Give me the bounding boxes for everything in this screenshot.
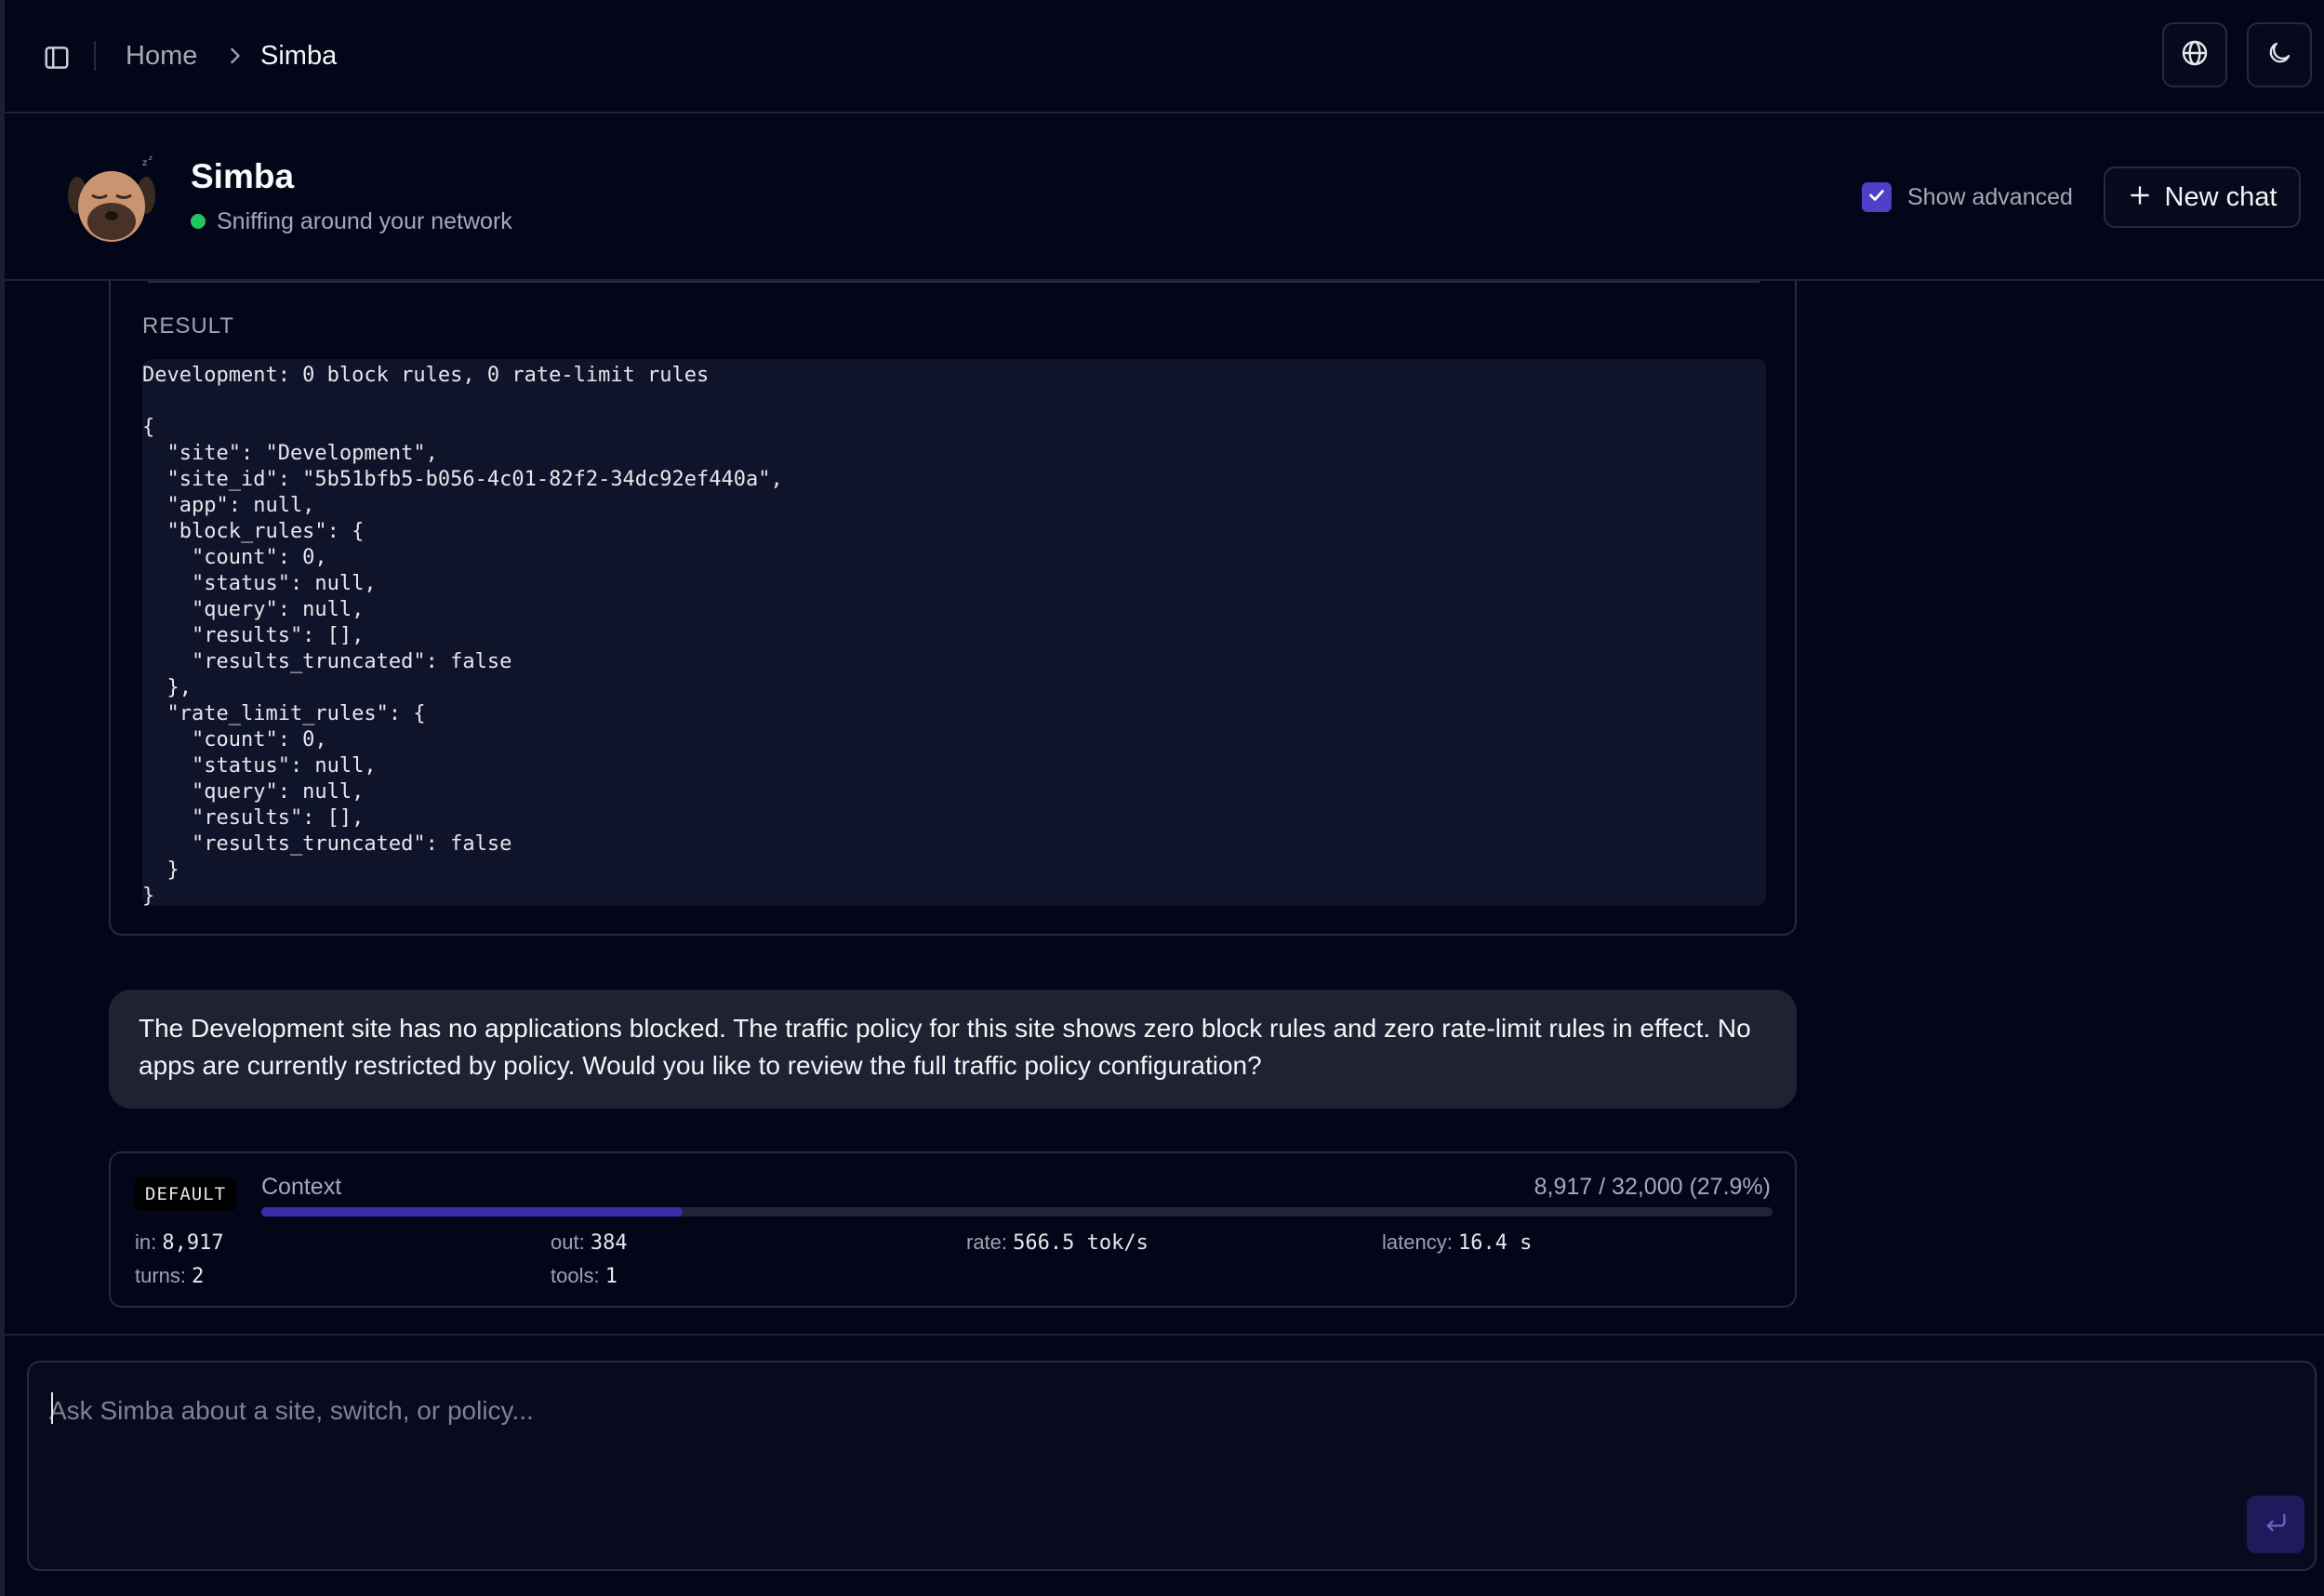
result-code: Development: 0 block rules, 0 rate-limit…: [142, 364, 783, 908]
moon-icon: [2265, 39, 2293, 72]
assistant-message-text: The Development site has no applications…: [139, 1014, 1751, 1080]
stat-label: turns:: [135, 1264, 187, 1287]
message-input[interactable]: [49, 1383, 2188, 1439]
model-badge: DEFAULT: [135, 1177, 237, 1211]
context-progress-fill: [261, 1207, 684, 1217]
context-value: 8,917 / 32,000 (27.9%): [1534, 1174, 1771, 1200]
stat-value: 1: [604, 1265, 618, 1288]
breadcrumb-home-link[interactable]: Home: [126, 37, 197, 74]
check-icon: [1866, 185, 1887, 210]
language-button[interactable]: [2162, 22, 2227, 87]
enter-return-icon: [2263, 1510, 2289, 1540]
message-composer: [27, 1361, 2317, 1571]
agent-name: Simba: [191, 157, 295, 195]
agent-status: Sniffing around your network: [217, 208, 512, 234]
svg-text:z: z: [142, 158, 147, 168]
stat-rate: rate: 566.5 tok/s: [966, 1230, 1149, 1257]
top-bar: Home Simba: [5, 0, 2324, 113]
result-code-block: Development: 0 block rules, 0 rate-limit…: [142, 359, 1766, 908]
new-chat-button[interactable]: New chat: [2104, 166, 2301, 228]
stat-value: 2: [192, 1265, 205, 1288]
avatar: z z: [62, 151, 161, 249]
stat-label: rate:: [966, 1230, 1008, 1254]
stat-label: out:: [551, 1230, 585, 1254]
assistant-message: The Development site has no applications…: [109, 990, 1797, 1109]
stat-in: in: 8,917: [135, 1230, 224, 1257]
divider: [148, 281, 1760, 283]
globe-icon: [2180, 38, 2210, 73]
show-advanced-checkbox[interactable]: [1862, 182, 1892, 212]
stat-latency: latency: 16.4 s: [1382, 1230, 1532, 1257]
sidebar-toggle-icon[interactable]: [38, 39, 75, 76]
stat-out: out: 384: [551, 1230, 628, 1257]
chat-scroll-area[interactable]: RESULT Development: 0 block rules, 0 rat…: [5, 281, 2324, 1336]
status-dot: [191, 214, 206, 229]
divider: [94, 41, 96, 71]
stat-value: 8,917: [162, 1231, 224, 1255]
stat-label: latency:: [1382, 1230, 1453, 1254]
text-caret: [51, 1392, 53, 1424]
plus-icon: [2128, 183, 2152, 212]
new-chat-label: New chat: [2164, 181, 2278, 212]
send-button[interactable]: [2247, 1496, 2304, 1553]
svg-text:z: z: [149, 154, 153, 162]
stat-turns: turns: 2: [135, 1263, 204, 1290]
breadcrumb-current: Simba: [260, 41, 338, 71]
stat-tools: tools: 1: [551, 1263, 618, 1290]
stat-label: in:: [135, 1230, 157, 1254]
stat-value: 16.4 s: [1457, 1231, 1533, 1255]
stat-label: tools:: [551, 1264, 600, 1287]
context-label: Context: [261, 1174, 342, 1200]
show-advanced-label[interactable]: Show advanced: [1907, 182, 2073, 212]
theme-toggle-button[interactable]: [2247, 22, 2312, 87]
chevron-right-icon: [222, 43, 248, 69]
tool-call-card: RESULT Development: 0 block rules, 0 rat…: [109, 281, 1797, 936]
context-progress-bar: [261, 1207, 1773, 1217]
result-label: RESULT: [142, 313, 234, 339]
stat-value: 566.5 tok/s: [1013, 1231, 1149, 1255]
agent-header: z z Simba Sniffing around your network S…: [5, 113, 2324, 281]
usage-stats-card: DEFAULT Context 8,917 / 32,000 (27.9%) i…: [109, 1151, 1797, 1308]
stat-value: 384: [590, 1231, 628, 1255]
